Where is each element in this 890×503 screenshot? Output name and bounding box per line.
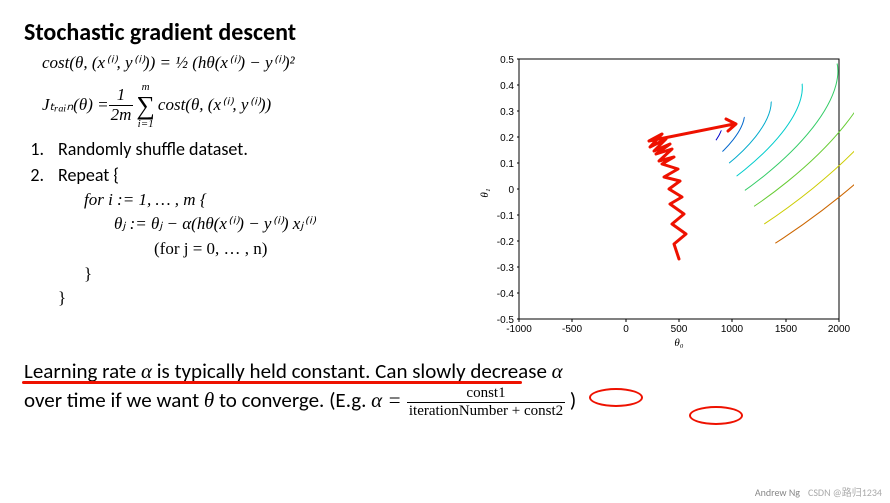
sum-symbol: m ∑ i=1: [136, 82, 155, 130]
j-frac-num: 1: [109, 86, 134, 106]
lr-text-4: over time if we want: [24, 387, 204, 413]
paren-close: ): [565, 387, 576, 413]
frac-num-const1: const1: [407, 385, 565, 403]
math-column: cost(θ, (x⁽ⁱ⁾, y⁽ⁱ⁾)) = ½ (hθ(x⁽ⁱ⁾) − y⁽…: [24, 49, 464, 349]
lr-text-5: to converge. (E.g.: [214, 387, 371, 413]
step-2: 2. Repeat {: [24, 162, 464, 188]
svg-text:-0.2: -0.2: [497, 237, 515, 248]
den-const2: const2: [524, 403, 563, 419]
step2-text: Repeat {: [58, 162, 119, 188]
theta-sym: θ: [204, 388, 214, 412]
svg-text:1000: 1000: [721, 324, 744, 335]
page-title: Stochastic gradient descent: [24, 18, 866, 47]
frac-den: iterationNumber + const2: [407, 403, 565, 420]
svg-text:0.5: 0.5: [500, 55, 514, 66]
close-brace-2: }: [58, 286, 464, 311]
learning-rate-note: Learning rate α is typically held consta…: [24, 357, 866, 419]
svg-text:-500: -500: [562, 324, 582, 335]
algorithm-steps: 1. Randomly shuffle dataset. 2. Repeat {…: [24, 136, 464, 311]
step2-num: 2.: [24, 162, 44, 188]
svg-text:2000: 2000: [828, 324, 851, 335]
step-1: 1. Randomly shuffle dataset.: [24, 136, 464, 162]
const1-circle: [589, 388, 643, 407]
svg-text:500: 500: [671, 324, 688, 335]
const2-circle: [689, 406, 743, 425]
svg-text:-0.1: -0.1: [497, 211, 515, 222]
for-loop: for i := 1, … , m {: [84, 188, 464, 213]
alpha-1: α: [141, 359, 152, 383]
update-rule: θⱼ := θⱼ − α(hθ(x⁽ⁱ⁾) − y⁽ⁱ⁾) xⱼ⁽ⁱ⁾: [114, 212, 464, 237]
svg-text:0.2: 0.2: [500, 133, 514, 144]
contour-plot: 0.5 0.4 0.3 0.2 0.1 0 -0.1 -0.2 -0.3 -0.…: [474, 49, 854, 349]
svg-text:0.3: 0.3: [500, 107, 514, 118]
j-frac: 1 2m: [109, 86, 134, 124]
j-train-equation: Jₜᵣₐᵢₙ(θ) = 1 2m m ∑ i=1 cost(θ, (x⁽ⁱ⁾, …: [42, 82, 464, 130]
svg-text:0.1: 0.1: [500, 159, 514, 170]
svg-text:-0.4: -0.4: [497, 289, 515, 300]
j-left: Jₜᵣₐᵢₙ(θ) =: [42, 93, 109, 118]
red-underline-1: [22, 381, 522, 384]
den-iter: iterationNumber +: [409, 403, 524, 419]
svg-text:θ₀: θ₀: [674, 337, 683, 349]
alpha-eq: α =: [371, 388, 407, 412]
sum-bot: i=1: [136, 119, 155, 130]
watermark-text: CSDN @路归1234: [808, 484, 882, 499]
credit-text: Andrew Ng: [755, 486, 800, 499]
j-frac-den: 2m: [109, 106, 134, 125]
svg-text:0: 0: [508, 185, 514, 196]
svg-text:0: 0: [623, 324, 629, 335]
svg-text:-0.3: -0.3: [497, 263, 515, 274]
sum-sigma: ∑: [136, 93, 155, 119]
cost-equation: cost(θ, (x⁽ⁱ⁾, y⁽ⁱ⁾)) = ½ (hθ(x⁽ⁱ⁾) − y⁽…: [42, 51, 464, 76]
svg-text:θ₁: θ₁: [479, 188, 491, 197]
alpha-formula-frac: const1 iterationNumber + const2: [407, 385, 565, 419]
close-brace-1: }: [84, 262, 464, 287]
content-row: cost(θ, (x⁽ⁱ⁾, y⁽ⁱ⁾)) = ½ (hθ(x⁽ⁱ⁾) − y⁽…: [24, 49, 866, 349]
svg-text:1500: 1500: [775, 324, 798, 335]
alpha-2: α: [552, 359, 563, 383]
svg-text:0.4: 0.4: [500, 81, 514, 92]
for-j: (for j = 0, … , n): [154, 237, 464, 262]
step1-text: Randomly shuffle dataset.: [58, 136, 248, 162]
j-right: cost(θ, (x⁽ⁱ⁾, y⁽ⁱ⁾)): [158, 93, 271, 118]
eq-cost-text: cost(θ, (x⁽ⁱ⁾, y⁽ⁱ⁾)) = ½ (hθ(x⁽ⁱ⁾) − y⁽…: [42, 53, 295, 72]
step1-num: 1.: [24, 136, 44, 162]
svg-text:-1000: -1000: [506, 324, 532, 335]
